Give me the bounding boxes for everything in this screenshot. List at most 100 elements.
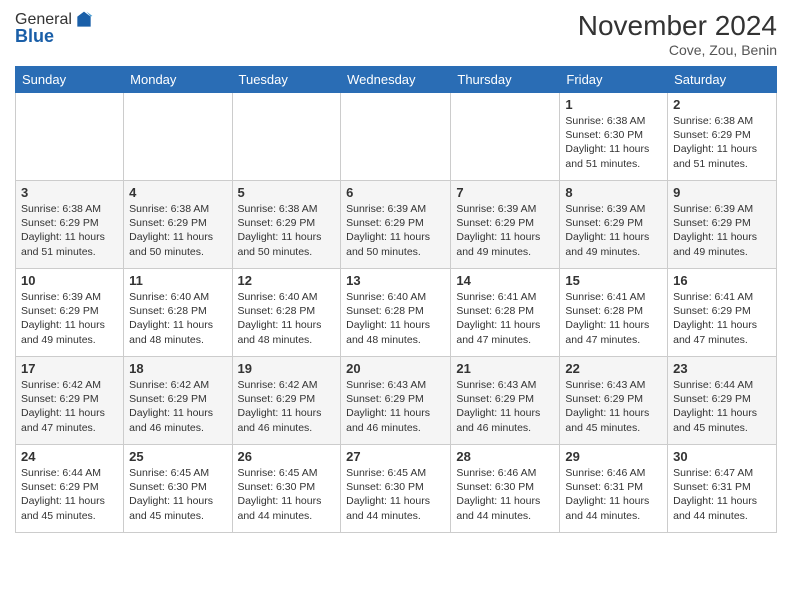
calendar-cell-4-2: 26 Sunrise: 6:45 AM Sunset: 6:30 PM Dayli…	[232, 445, 341, 533]
day-number: 25	[129, 449, 226, 464]
day-info: Sunrise: 6:39 AM Sunset: 6:29 PM Dayligh…	[456, 202, 554, 259]
day-info: Sunrise: 6:38 AM Sunset: 6:29 PM Dayligh…	[129, 202, 226, 259]
title-block: November 2024 Cove, Zou, Benin	[578, 10, 777, 58]
day-info: Sunrise: 6:39 AM Sunset: 6:29 PM Dayligh…	[565, 202, 662, 259]
location: Cove, Zou, Benin	[578, 42, 777, 58]
calendar-cell-0-4	[451, 93, 560, 181]
calendar-cell-2-2: 12 Sunrise: 6:40 AM Sunset: 6:28 PM Dayli…	[232, 269, 341, 357]
calendar-table: Sunday Monday Tuesday Wednesday Thursday…	[15, 66, 777, 533]
header-saturday: Saturday	[668, 67, 777, 93]
calendar-cell-0-1	[124, 93, 232, 181]
day-number: 24	[21, 449, 118, 464]
day-number: 17	[21, 361, 118, 376]
day-info: Sunrise: 6:40 AM Sunset: 6:28 PM Dayligh…	[129, 290, 226, 347]
header-wednesday: Wednesday	[341, 67, 451, 93]
calendar-cell-1-5: 8Sunrise: 6:39 AM Sunset: 6:29 PM Daylig…	[560, 181, 668, 269]
day-number: 4	[129, 185, 226, 200]
calendar-cell-0-2	[232, 93, 341, 181]
header-row: General Blue November 2024 Cove, Zou, Be…	[15, 10, 777, 58]
calendar-cell-1-4: 7 Sunrise: 6:39 AM Sunset: 6:29 PM Daylig…	[451, 181, 560, 269]
day-number: 10	[21, 273, 118, 288]
day-number: 18	[129, 361, 226, 376]
calendar-cell-4-0: 24 Sunrise: 6:44 AM Sunset: 6:29 PM Dayli…	[16, 445, 124, 533]
calendar-cell-2-3: 13 Sunrise: 6:40 AM Sunset: 6:28 PM Dayli…	[341, 269, 451, 357]
calendar-cell-0-3	[341, 93, 451, 181]
day-number: 21	[456, 361, 554, 376]
header-sunday: Sunday	[16, 67, 124, 93]
logo: General Blue	[15, 10, 94, 47]
day-info: Sunrise: 6:39 AM Sunset: 6:29 PM Dayligh…	[21, 290, 118, 347]
calendar-cell-0-0	[16, 93, 124, 181]
header-friday: Friday	[560, 67, 668, 93]
calendar-cell-4-3: 27 Sunrise: 6:45 AM Sunset: 6:30 PM Dayli…	[341, 445, 451, 533]
calendar-cell-1-2: 5Sunrise: 6:38 AM Sunset: 6:29 PM Daylig…	[232, 181, 341, 269]
calendar-cell-4-5: 29Sunrise: 6:46 AM Sunset: 6:31 PM Dayli…	[560, 445, 668, 533]
calendar-cell-4-1: 25Sunrise: 6:45 AM Sunset: 6:30 PM Dayli…	[124, 445, 232, 533]
day-info: Sunrise: 6:44 AM Sunset: 6:29 PM Dayligh…	[21, 466, 118, 523]
day-info: Sunrise: 6:38 AM Sunset: 6:29 PM Dayligh…	[21, 202, 118, 259]
day-number: 13	[346, 273, 445, 288]
day-info: Sunrise: 6:47 AM Sunset: 6:31 PM Dayligh…	[673, 466, 771, 523]
day-info: Sunrise: 6:45 AM Sunset: 6:30 PM Dayligh…	[238, 466, 336, 523]
day-info: Sunrise: 6:38 AM Sunset: 6:29 PM Dayligh…	[673, 114, 771, 171]
calendar-cell-3-0: 17 Sunrise: 6:42 AM Sunset: 6:29 PM Dayli…	[16, 357, 124, 445]
calendar-cell-3-4: 21 Sunrise: 6:43 AM Sunset: 6:29 PM Dayli…	[451, 357, 560, 445]
calendar-cell-4-6: 30Sunrise: 6:47 AM Sunset: 6:31 PM Dayli…	[668, 445, 777, 533]
day-info: Sunrise: 6:43 AM Sunset: 6:29 PM Dayligh…	[565, 378, 662, 435]
calendar-week-row-4: 24 Sunrise: 6:44 AM Sunset: 6:29 PM Dayli…	[16, 445, 777, 533]
day-number: 27	[346, 449, 445, 464]
calendar-cell-2-1: 11 Sunrise: 6:40 AM Sunset: 6:28 PM Dayli…	[124, 269, 232, 357]
day-info: Sunrise: 6:40 AM Sunset: 6:28 PM Dayligh…	[238, 290, 336, 347]
calendar-cell-2-4: 14 Sunrise: 6:41 AM Sunset: 6:28 PM Dayli…	[451, 269, 560, 357]
day-number: 5	[238, 185, 336, 200]
calendar-week-row-1: 3 Sunrise: 6:38 AM Sunset: 6:29 PM Daylig…	[16, 181, 777, 269]
day-number: 11	[129, 273, 226, 288]
calendar-cell-3-5: 22 Sunrise: 6:43 AM Sunset: 6:29 PM Dayli…	[560, 357, 668, 445]
calendar-week-row-0: 1 Sunrise: 6:38 AM Sunset: 6:30 PM Daylig…	[16, 93, 777, 181]
calendar-cell-3-1: 18 Sunrise: 6:42 AM Sunset: 6:29 PM Dayli…	[124, 357, 232, 445]
day-number: 15	[565, 273, 662, 288]
day-number: 20	[346, 361, 445, 376]
day-info: Sunrise: 6:43 AM Sunset: 6:29 PM Dayligh…	[346, 378, 445, 435]
day-number: 26	[238, 449, 336, 464]
day-info: Sunrise: 6:42 AM Sunset: 6:29 PM Dayligh…	[238, 378, 336, 435]
calendar-cell-1-3: 6 Sunrise: 6:39 AM Sunset: 6:29 PM Daylig…	[341, 181, 451, 269]
day-number: 16	[673, 273, 771, 288]
header-thursday: Thursday	[451, 67, 560, 93]
day-info: Sunrise: 6:43 AM Sunset: 6:29 PM Dayligh…	[456, 378, 554, 435]
calendar-week-row-3: 17 Sunrise: 6:42 AM Sunset: 6:29 PM Dayli…	[16, 357, 777, 445]
day-number: 28	[456, 449, 554, 464]
month-title: November 2024	[578, 10, 777, 42]
day-info: Sunrise: 6:41 AM Sunset: 6:29 PM Dayligh…	[673, 290, 771, 347]
calendar-cell-2-6: 16 Sunrise: 6:41 AM Sunset: 6:29 PM Dayli…	[668, 269, 777, 357]
day-number: 12	[238, 273, 336, 288]
day-number: 7	[456, 185, 554, 200]
day-number: 3	[21, 185, 118, 200]
day-info: Sunrise: 6:39 AM Sunset: 6:29 PM Dayligh…	[673, 202, 771, 259]
calendar-cell-4-4: 28 Sunrise: 6:46 AM Sunset: 6:30 PM Dayli…	[451, 445, 560, 533]
day-number: 19	[238, 361, 336, 376]
day-info: Sunrise: 6:45 AM Sunset: 6:30 PM Dayligh…	[346, 466, 445, 523]
day-number: 22	[565, 361, 662, 376]
day-number: 23	[673, 361, 771, 376]
day-info: Sunrise: 6:39 AM Sunset: 6:29 PM Dayligh…	[346, 202, 445, 259]
day-info: Sunrise: 6:38 AM Sunset: 6:30 PM Dayligh…	[565, 114, 662, 171]
calendar-cell-1-1: 4 Sunrise: 6:38 AM Sunset: 6:29 PM Daylig…	[124, 181, 232, 269]
calendar-cell-3-3: 20 Sunrise: 6:43 AM Sunset: 6:29 PM Dayli…	[341, 357, 451, 445]
day-number: 6	[346, 185, 445, 200]
calendar-cell-2-0: 10 Sunrise: 6:39 AM Sunset: 6:29 PM Dayli…	[16, 269, 124, 357]
page-container: General Blue November 2024 Cove, Zou, Be…	[0, 0, 792, 543]
calendar-cell-3-6: 23Sunrise: 6:44 AM Sunset: 6:29 PM Dayli…	[668, 357, 777, 445]
day-info: Sunrise: 6:42 AM Sunset: 6:29 PM Dayligh…	[21, 378, 118, 435]
calendar-cell-2-5: 15 Sunrise: 6:41 AM Sunset: 6:28 PM Dayli…	[560, 269, 668, 357]
day-number: 1	[565, 97, 662, 112]
calendar-week-row-2: 10 Sunrise: 6:39 AM Sunset: 6:29 PM Dayli…	[16, 269, 777, 357]
day-number: 14	[456, 273, 554, 288]
day-info: Sunrise: 6:41 AM Sunset: 6:28 PM Dayligh…	[456, 290, 554, 347]
day-info: Sunrise: 6:46 AM Sunset: 6:30 PM Dayligh…	[456, 466, 554, 523]
header-tuesday: Tuesday	[232, 67, 341, 93]
calendar-cell-1-0: 3 Sunrise: 6:38 AM Sunset: 6:29 PM Daylig…	[16, 181, 124, 269]
day-info: Sunrise: 6:41 AM Sunset: 6:28 PM Dayligh…	[565, 290, 662, 347]
day-info: Sunrise: 6:40 AM Sunset: 6:28 PM Dayligh…	[346, 290, 445, 347]
day-info: Sunrise: 6:42 AM Sunset: 6:29 PM Dayligh…	[129, 378, 226, 435]
